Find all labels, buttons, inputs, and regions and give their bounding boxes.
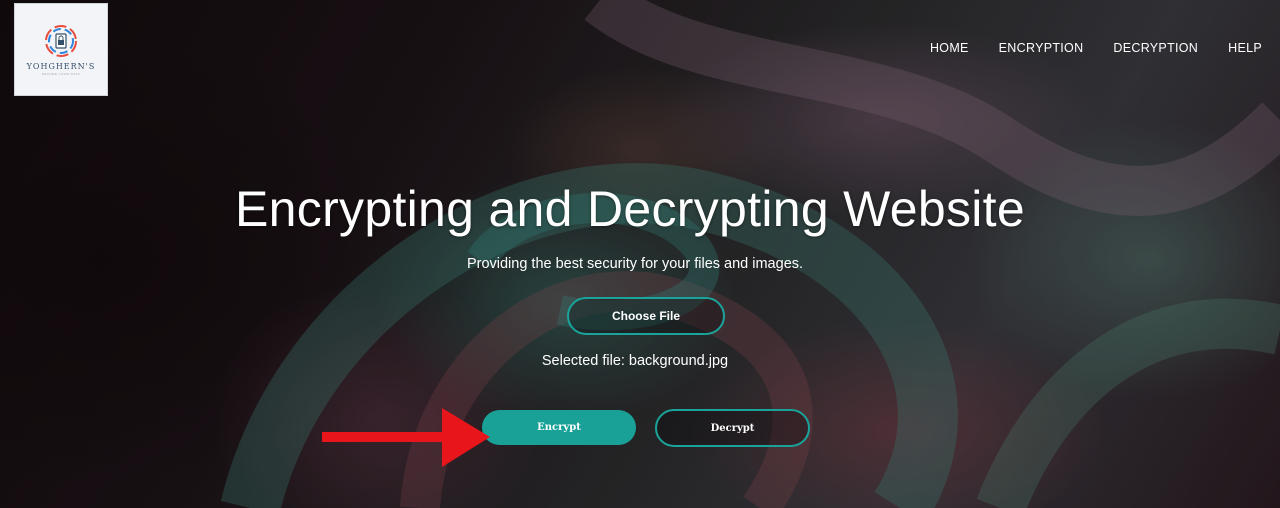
selected-file-text: Selected file: background.jpg [0, 353, 1280, 369]
logo-text: YOHGHERN'S [26, 61, 96, 71]
lock-file-icon [45, 24, 77, 57]
decrypt-button[interactable]: Decrypt [655, 409, 810, 447]
nav-encryption[interactable]: ENCRYPTION [999, 41, 1084, 55]
red-arrow-icon [322, 408, 490, 467]
choose-file-button[interactable]: Choose File [567, 297, 725, 335]
selected-file-name: background.jpg [628, 353, 729, 369]
page-subtitle: Providing the best security for your fil… [466, 256, 804, 272]
nav-home[interactable]: HOME [930, 41, 969, 55]
site-logo[interactable]: YOHGHERN'S SECURE YOUR DATA [14, 3, 108, 96]
page-title: Encrypting and Decrypting Website [235, 181, 1025, 237]
hero-section: Encrypting and Decrypting Website Provid… [0, 178, 1280, 272]
selected-file-label: Selected file: [541, 353, 625, 369]
main-nav: HOME ENCRYPTION DECRYPTION HELP [900, 41, 1262, 55]
nav-decryption[interactable]: DECRYPTION [1113, 41, 1198, 55]
logo-subtext: SECURE YOUR DATA [41, 71, 81, 76]
nav-help[interactable]: HELP [1228, 41, 1262, 55]
encrypt-button[interactable]: Encrypt [482, 410, 636, 445]
